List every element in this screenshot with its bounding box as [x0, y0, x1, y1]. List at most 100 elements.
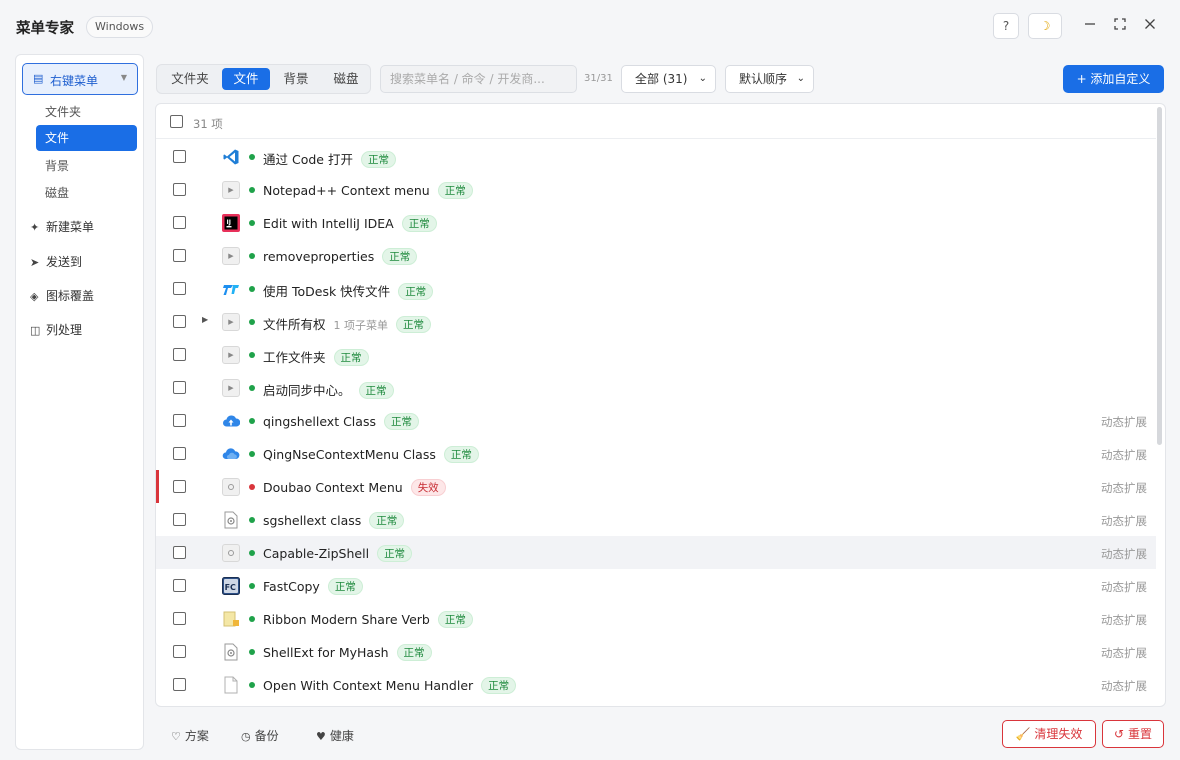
list-item[interactable]: QingNseContextMenu Class 正常 动态扩展 [156, 437, 1156, 470]
row-checkbox[interactable] [173, 150, 186, 163]
close-button[interactable] [1141, 17, 1159, 35]
menu-type-label: 右键菜单 [50, 74, 99, 88]
health-button[interactable]: ♥ 健康 [316, 727, 354, 744]
clean-invalid-button[interactable]: 🧹 清理失效 [1002, 720, 1096, 748]
expand-arrow-icon[interactable]: ▶ [202, 315, 208, 324]
list-item[interactable]: ShellExt for MyHash 正常 动态扩展 [156, 635, 1156, 668]
sidebar-item-send-to[interactable]: ➤ 发送到 [30, 251, 82, 273]
row-checkbox[interactable] [173, 447, 186, 460]
list-item[interactable]: ▶ ▶ 文件所有权 1 项子菜单 正常 [156, 305, 1156, 338]
intellij-icon: IJ [222, 214, 240, 232]
tab-background[interactable]: 背景 [272, 68, 320, 90]
backup-button[interactable]: ◷ 备份 [241, 727, 279, 744]
list-item[interactable]: Capable-ZipShell 正常 动态扩展 [156, 536, 1156, 569]
status-dot [249, 385, 255, 391]
select-all-checkbox[interactable] [170, 115, 183, 128]
list-item[interactable]: ▶ removeproperties 正常 [156, 239, 1156, 272]
sidebar-subitem-file[interactable]: 文件 [36, 125, 137, 151]
list-item[interactable]: Open With Context Menu Handler 正常 动态扩展 [156, 668, 1156, 701]
row-checkbox[interactable] [173, 381, 186, 394]
gear-placeholder-icon [222, 544, 240, 562]
row-checkbox[interactable] [173, 612, 186, 625]
row-checkbox[interactable] [173, 249, 186, 262]
sidebar-subitem-disk[interactable]: 磁盘 [36, 180, 137, 206]
list-item[interactable]: Doubao Context Menu 失效 动态扩展 [156, 470, 1156, 503]
item-name: removeproperties 正常 [263, 248, 418, 265]
filter-select[interactable]: 全部 (31) ⌄ [621, 65, 716, 93]
status-dot [249, 286, 255, 292]
scheme-button[interactable]: ♡ 方案 [171, 727, 209, 744]
reset-button[interactable]: ↺ 重置 [1102, 720, 1164, 748]
sidebar-subitem-background[interactable]: 背景 [36, 153, 137, 179]
sidebar-item-column-handler[interactable]: ◫ 列处理 [30, 319, 82, 341]
row-checkbox[interactable] [173, 183, 186, 196]
item-name: 使用 ToDesk 快传文件 正常 [263, 281, 434, 300]
result-count: 31/31 [584, 73, 613, 84]
status-dot [249, 253, 255, 259]
list-item[interactable]: 使用 ToDesk 快传文件 正常 [156, 272, 1156, 305]
item-name: 文件所有权 1 项子菜单 正常 [263, 314, 432, 333]
search-input[interactable] [380, 65, 577, 93]
tab-file[interactable]: 文件 [222, 68, 270, 90]
theme-toggle-button[interactable]: ☽ [1028, 13, 1062, 39]
row-checkbox[interactable] [173, 546, 186, 559]
list-item[interactable]: qingshellext Class 正常 动态扩展 [156, 404, 1156, 437]
list-item[interactable]: Ribbon Modern Share Verb 正常 动态扩展 [156, 602, 1156, 635]
app-title: 菜单专家 [16, 21, 74, 37]
row-checkbox[interactable] [173, 480, 186, 493]
list-item[interactable]: ▶ 工作文件夹 正常 [156, 338, 1156, 371]
help-icon: ? [1002, 19, 1010, 33]
list-item[interactable]: ▶ 启动同步中心。 正常 [156, 371, 1156, 404]
dynamic-extension-label: 动态扩展 [1101, 646, 1147, 660]
menu-list: 31 项 通过 Code 打开 正常 ▶ Notepad++ Context menu… [155, 103, 1166, 707]
status-badge: 正常 [437, 182, 473, 199]
row-checkbox[interactable] [173, 645, 186, 658]
status-dot [249, 583, 255, 589]
sort-select[interactable]: 默认顺序 ⌄ [725, 65, 814, 93]
maximize-button[interactable] [1111, 17, 1129, 35]
row-checkbox[interactable] [173, 216, 186, 229]
dynamic-extension-label: 动态扩展 [1101, 613, 1147, 627]
send-icon: ➤ [30, 256, 40, 269]
item-count: 31 项 [193, 117, 223, 131]
tab-disk[interactable]: 磁盘 [322, 68, 370, 90]
menu-type-select[interactable]: ▤ 右键菜单 ▼ [22, 63, 138, 95]
item-label: sgshellext class [263, 513, 362, 528]
list-item[interactable]: sgshellext class 正常 动态扩展 [156, 503, 1156, 536]
row-checkbox[interactable] [173, 348, 186, 361]
placeholder-icon: ▶ [222, 247, 240, 265]
sidebar-item-new-menu[interactable]: ✦ 新建菜单 [30, 216, 94, 238]
row-checkbox[interactable] [173, 315, 186, 328]
item-label: Capable-ZipShell [263, 546, 370, 561]
status-dot [249, 484, 255, 490]
tab-folder[interactable]: 文件夹 [166, 68, 214, 90]
item-label: QingNseContextMenu Class [263, 447, 436, 462]
sidebar-item-icon-overlay[interactable]: ◈ 图标覆盖 [30, 285, 94, 307]
row-checkbox[interactable] [173, 513, 186, 526]
row-checkbox[interactable] [173, 414, 186, 427]
row-checkbox[interactable] [173, 282, 186, 295]
status-badge: 失效 [410, 479, 446, 496]
row-checkbox[interactable] [173, 678, 186, 691]
add-custom-button[interactable]: + 添加自定义 [1063, 65, 1164, 93]
minimize-button[interactable] [1081, 17, 1099, 35]
status-badge: 正常 [358, 382, 394, 399]
status-badge: 正常 [382, 248, 418, 265]
list-item[interactable]: 通过 Code 打开 正常 [156, 140, 1156, 173]
list-item[interactable]: ▶ Notepad++ Context menu 正常 [156, 173, 1156, 206]
todesk-icon [222, 280, 240, 298]
list-item[interactable]: IJ Edit with IntelliJ IDEA 正常 [156, 206, 1156, 239]
item-name: 通过 Code 打开 正常 [263, 149, 396, 168]
sidebar-subitem-folder[interactable]: 文件夹 [36, 99, 137, 125]
list-item[interactable]: FC FastCopy 正常 动态扩展 [156, 569, 1156, 602]
placeholder-icon: ▶ [222, 346, 240, 364]
item-name: Notepad++ Context menu 正常 [263, 182, 473, 199]
item-label: Notepad++ Context menu [263, 183, 430, 198]
help-button[interactable]: ? [993, 13, 1019, 39]
status-dot [249, 352, 255, 358]
item-label: qingshellext Class [263, 414, 376, 429]
cloud-upload-icon [222, 412, 241, 430]
status-dot [249, 550, 255, 556]
scrollbar[interactable] [1157, 107, 1162, 445]
row-checkbox[interactable] [173, 579, 186, 592]
